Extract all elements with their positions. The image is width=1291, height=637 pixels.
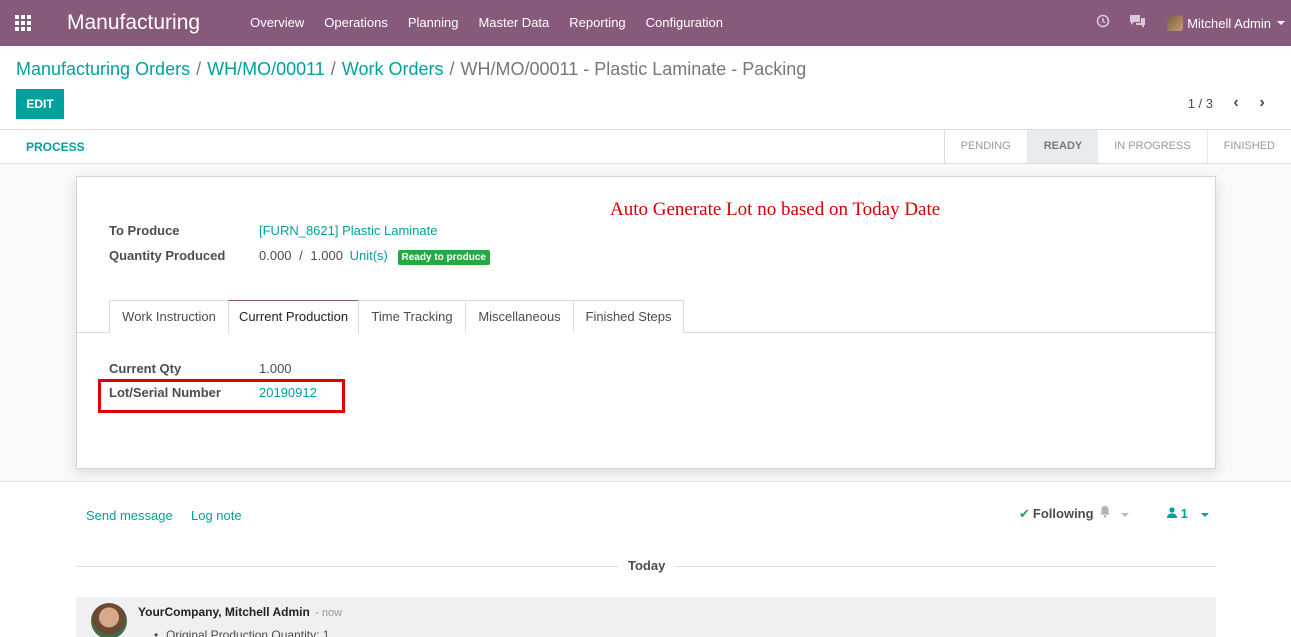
menu-operations[interactable]: Operations xyxy=(314,0,398,46)
tab-current-production[interactable]: Current Production xyxy=(228,300,359,334)
form-sheet: Auto Generate Lot no based on Today Date… xyxy=(76,176,1216,469)
stage-ready[interactable]: READY xyxy=(1027,130,1099,163)
menu-reporting[interactable]: Reporting xyxy=(559,0,635,46)
message-date: - now xyxy=(315,607,343,619)
breadcrumb-work-orders[interactable]: Work Orders xyxy=(342,59,444,79)
breadcrumb: Manufacturing Orders / WH/MO/00011/Work Or… xyxy=(16,59,807,79)
current-qty-label: Current Qty xyxy=(109,361,182,376)
breadcrumb-current: WH/MO/00011 - Plastic Laminate - Packing xyxy=(460,59,807,79)
uom-link[interactable]: Unit(s) xyxy=(350,248,388,263)
check-icon: ✔ xyxy=(1019,506,1030,521)
day-label: Today xyxy=(618,558,676,573)
stage-list: PENDING READY IN PROGRESS FINISHED xyxy=(943,130,1291,163)
clock-icon[interactable] xyxy=(1085,14,1120,32)
bell-icon[interactable] xyxy=(1099,505,1129,521)
caret-down-icon xyxy=(1201,512,1210,517)
qty-separator: / xyxy=(299,248,303,263)
user-avatar xyxy=(1167,15,1184,31)
current-qty-value: 1.000 xyxy=(259,361,292,376)
to-produce-value[interactable]: [FURN_8621] Plastic Laminate xyxy=(259,223,437,238)
qty-total: 1.000 xyxy=(310,248,343,263)
user-menu[interactable]: Mitchell Admin xyxy=(1155,15,1291,31)
to-produce-label: To Produce xyxy=(109,223,180,238)
control-panel: Manufacturing Orders / WH/MO/00011/Work Or… xyxy=(0,46,1291,130)
status-bar: PROCESS PENDING READY IN PROGRESS FINISH… xyxy=(0,130,1291,164)
message-item: YourCompany, Mitchell Admin - now Origin… xyxy=(76,597,1216,637)
pager-value[interactable]: 1 / 3 xyxy=(1188,96,1213,111)
tab-time-tracking[interactable]: Time Tracking xyxy=(358,300,466,333)
highlight-box xyxy=(98,379,345,413)
menu-configuration[interactable]: Configuration xyxy=(636,0,733,46)
tab-miscellaneous[interactable]: Miscellaneous xyxy=(465,300,574,333)
notebook-tabs: Work Instruction Current Production Time… xyxy=(77,300,1215,334)
send-message-button[interactable]: Send message xyxy=(86,508,173,523)
edit-button[interactable]: EDIT xyxy=(16,89,64,119)
qty-produced-label: Quantity Produced xyxy=(109,248,226,263)
tab-work-instruction[interactable]: Work Instruction xyxy=(109,300,229,333)
chevron-right-icon[interactable]: › xyxy=(1249,94,1275,112)
apps-menu-icon[interactable] xyxy=(0,0,46,46)
qty-produced-value: 0.000 xyxy=(259,248,292,263)
top-navbar: Manufacturing Overview Operations Planni… xyxy=(0,0,1291,46)
chatter: Send message Log note ✔ Following 1 Today… xyxy=(0,481,1291,637)
stage-finished[interactable]: FINISHED xyxy=(1208,130,1291,163)
chevron-left-icon[interactable]: ‹ xyxy=(1223,94,1249,112)
app-title[interactable]: Manufacturing xyxy=(67,11,200,35)
main-menu: Overview Operations Planning Master Data… xyxy=(240,0,733,46)
menu-master-data[interactable]: Master Data xyxy=(468,0,559,46)
following-button[interactable]: ✔ Following xyxy=(1019,506,1094,522)
message-body: Original Production Quantity: 1 xyxy=(154,628,329,637)
followers-button[interactable]: 1 xyxy=(1167,506,1210,521)
user-name: Mitchell Admin xyxy=(1187,15,1271,31)
qty-produced-field: 0.000 / 1.000 Unit(s) Ready to produce xyxy=(259,248,490,265)
annotation-text: Auto Generate Lot no based on Today Date xyxy=(610,199,941,220)
author-avatar[interactable] xyxy=(91,603,127,637)
breadcrumb-manufacturing-orders[interactable]: Manufacturing Orders xyxy=(16,59,190,79)
followers-count: 1 xyxy=(1180,506,1188,521)
stage-in-progress[interactable]: IN PROGRESS xyxy=(1098,130,1208,163)
process-button[interactable]: PROCESS xyxy=(26,140,85,154)
menu-planning[interactable]: Planning xyxy=(398,0,469,46)
pager: 1 / 3 ‹ › xyxy=(1188,94,1275,112)
status-badge: Ready to produce xyxy=(397,250,490,265)
log-note-button[interactable]: Log note xyxy=(191,508,242,523)
caret-down-icon xyxy=(1277,21,1285,25)
user-icon xyxy=(1167,506,1181,521)
menu-overview[interactable]: Overview xyxy=(240,0,314,46)
tab-finished-steps[interactable]: Finished Steps xyxy=(573,300,684,333)
chat-icon[interactable] xyxy=(1120,14,1155,32)
stage-pending[interactable]: PENDING xyxy=(945,130,1028,163)
breadcrumb-mo[interactable]: WH/MO/00011 xyxy=(207,59,325,79)
message-author: YourCompany, Mitchell Admin - now xyxy=(138,605,343,619)
